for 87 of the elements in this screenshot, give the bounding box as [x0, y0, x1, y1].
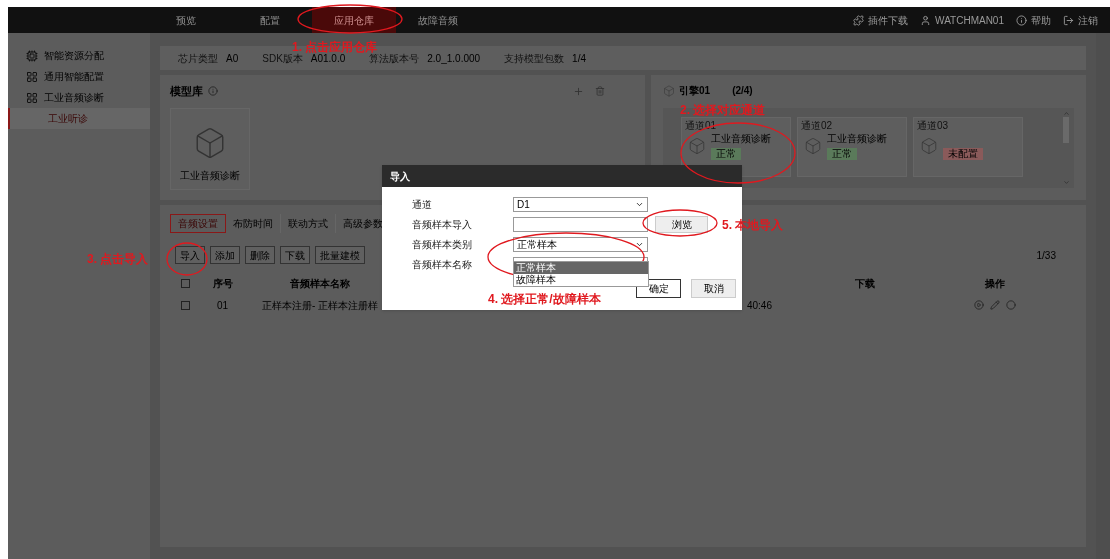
circle-icon[interactable]: [1006, 300, 1016, 310]
nav-tab[interactable]: 故障音频: [396, 7, 480, 33]
page-indicator: 1/33: [1036, 248, 1056, 263]
info-label: 算法版本号: [369, 52, 420, 66]
dialog-title: 导入: [390, 169, 410, 184]
channel-name: 通道03: [917, 120, 949, 131]
play-icon[interactable]: [974, 300, 984, 310]
nav-tab[interactable]: 配置: [228, 7, 312, 33]
field-label: 音频样本名称: [411, 258, 473, 272]
info-value: 2.0_1.0.000: [427, 51, 481, 66]
toolbar-button[interactable]: 批量建模: [315, 246, 365, 264]
checkbox[interactable]: [180, 300, 190, 310]
sidebar-item[interactable]: 工业音频诊断: [8, 87, 150, 108]
table-cell-text: 40:46: [746, 298, 772, 313]
help-icon: [1016, 14, 1027, 26]
engine-count: (2/4): [732, 84, 753, 98]
model-name: 工业音频诊断: [180, 168, 240, 183]
column-header: 操作: [984, 276, 1006, 291]
cube-icon: [663, 84, 675, 97]
edit-icon[interactable]: [990, 300, 1000, 310]
info-value: 1/4: [572, 51, 586, 66]
dialog-button[interactable]: 取消: [691, 279, 736, 298]
grid-icon: [26, 91, 38, 104]
table-cell-text: 01: [216, 298, 230, 313]
nav-tab[interactable]: 预览: [144, 7, 228, 33]
column-header: 下载: [854, 276, 876, 291]
annotation-ellipse: [166, 242, 208, 276]
toolbar-button[interactable]: 删除: [245, 246, 275, 264]
caret-icon: [635, 240, 644, 249]
field-label: 音频样本导入: [411, 218, 473, 232]
add-icon[interactable]: [573, 85, 584, 97]
channel-model: 工业音频诊断: [827, 133, 887, 145]
channel-name: 通道02: [801, 120, 833, 131]
toolbar-link[interactable]: 注销: [1063, 12, 1098, 28]
cube-icon: [920, 137, 938, 155]
engine-title: 引擎01: [679, 84, 711, 98]
nav-tab[interactable]: 应用仓库: [312, 7, 396, 33]
panel-title: 模型库: [170, 84, 203, 99]
info-value: A01.0.0: [310, 52, 346, 66]
user-icon: [920, 14, 932, 26]
status-badge: 正常: [827, 148, 857, 160]
select-field[interactable]: D1: [513, 197, 648, 212]
sidebar-item[interactable]: 智能资源分配: [8, 45, 150, 66]
model-card[interactable]: 工业音频诊断: [170, 107, 250, 190]
status-badge: 未配置: [943, 148, 983, 160]
toolbar-button[interactable]: 添加: [210, 246, 240, 264]
scroll-up-icon[interactable]: [1062, 110, 1070, 117]
browse-button[interactable]: 浏览: [655, 216, 708, 233]
table-cell-text: 正样本注册- 正样本注册样: [261, 298, 380, 313]
select-field[interactable]: 正常样本: [513, 237, 648, 252]
cube-icon: [804, 137, 822, 155]
step-tab[interactable]: 联动方式: [281, 213, 336, 233]
status-badge: 正常: [711, 148, 741, 160]
step-tab[interactable]: 布防时间: [226, 213, 281, 233]
caret-icon: [635, 200, 644, 209]
field-label: 音频样本类别: [411, 238, 473, 252]
sidebar-subitem[interactable]: 工业听诊: [8, 108, 150, 129]
annotation-text: 3. 点击导入: [87, 251, 149, 268]
cube-icon: [688, 137, 706, 155]
toolbar-link[interactable]: 插件下载: [853, 12, 909, 28]
toolbar-link[interactable]: 帮助: [1016, 12, 1051, 28]
toolbar-link[interactable]: WATCHMAN01: [920, 12, 1004, 28]
logout-icon: [1063, 14, 1074, 26]
channel-card[interactable]: 通道02 工业音频诊断 正常: [797, 117, 907, 177]
sidebar-item[interactable]: 通用智能配置: [8, 66, 150, 87]
column-header: 音频样本名称: [289, 276, 351, 291]
toolbar-button[interactable]: 导入: [175, 246, 205, 264]
puzzle-icon: [853, 14, 865, 26]
info-label: 支持模型包数: [504, 51, 565, 66]
trash-icon[interactable]: [595, 86, 605, 97]
toolbar-button[interactable]: 下载: [280, 246, 310, 264]
info-label: 芯片类型: [178, 51, 218, 66]
dropdown-option[interactable]: 正常样本: [514, 262, 648, 274]
annotation-text: 2. 选择对应通道: [680, 102, 766, 119]
scroll-down-icon[interactable]: [1062, 179, 1070, 186]
column-header: 序号: [212, 276, 234, 291]
step-tab[interactable]: 音频设置: [170, 213, 226, 233]
input-field[interactable]: [513, 217, 648, 232]
channel-model: 工业音频诊断: [711, 133, 771, 145]
info-value: A0: [226, 51, 239, 66]
chip-icon: [26, 49, 38, 62]
grid-icon: [26, 70, 38, 83]
channel-card[interactable]: 通道03 未配置: [913, 117, 1023, 177]
info-icon: [208, 86, 218, 97]
field-label: 通道: [411, 198, 433, 212]
checkbox[interactable]: [180, 278, 190, 288]
annotation-text: 4. 选择正常/故障样本: [488, 291, 601, 308]
